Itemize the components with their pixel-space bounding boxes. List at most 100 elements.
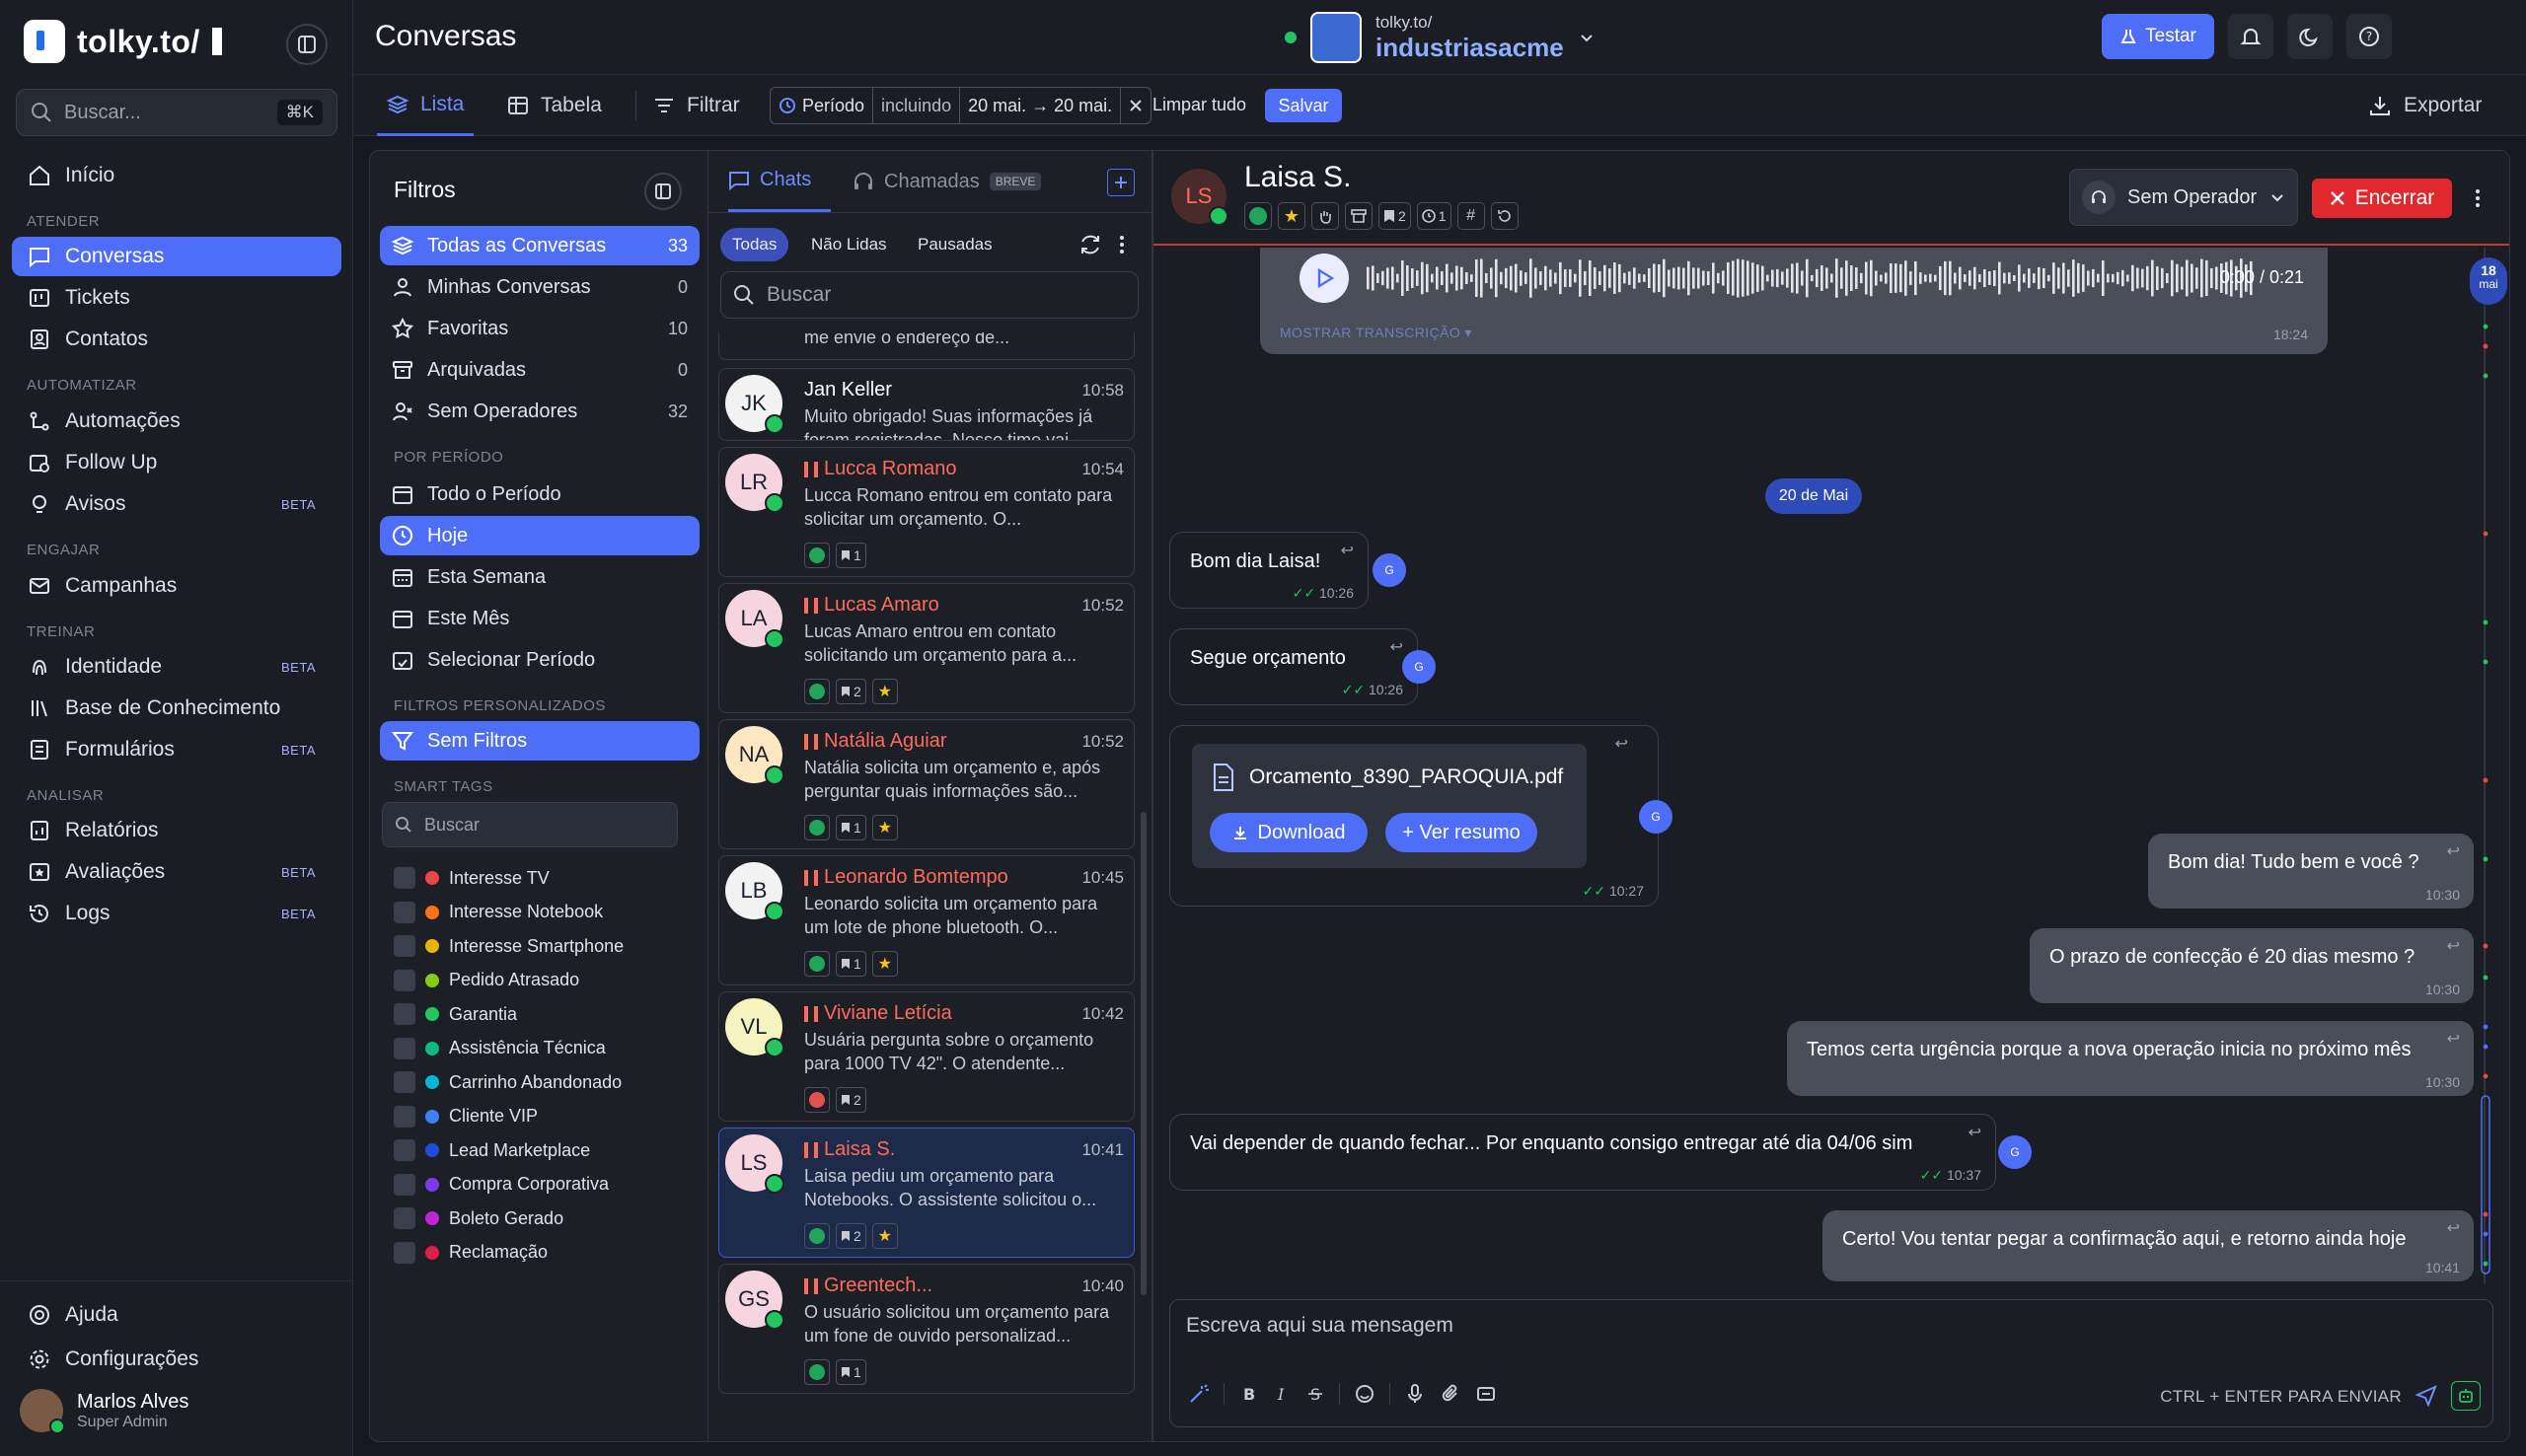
messages-area[interactable]: 0:00 / 0:21 MOSTRAR TRANSCRIÇÃO ▾ 18:24 … [1153, 248, 2511, 1287]
clear-all-button[interactable]: Limpar tudo [1152, 95, 1246, 115]
encerrar-button[interactable]: Encerrar [2312, 179, 2452, 218]
tag-checkbox[interactable] [394, 1139, 415, 1161]
nav-automacoes[interactable]: Automações [12, 401, 341, 441]
tag-checkbox[interactable] [394, 1003, 415, 1025]
export-button[interactable]: Exportar [2368, 75, 2482, 136]
notifications-button[interactable] [2228, 14, 2273, 59]
brand[interactable]: tolky.to/ [24, 20, 222, 63]
chat-card[interactable]: LR Lucca Romano 10:54 Lucca Romano entrou e… [718, 447, 1135, 577]
chat-search-input[interactable]: Buscar [720, 271, 1139, 319]
segment-nao-lidas[interactable]: Não Lidas [799, 228, 899, 261]
save-filter-button[interactable]: Salvar [1265, 89, 1342, 122]
smart-tag-row[interactable]: Reclamação [394, 1241, 548, 1264]
workspace-switcher[interactable]: tolky.to/ industriasacme [1285, 12, 1596, 63]
chat-card[interactable]: LS Laisa S. 10:41 Laisa pediu um orçamento … [718, 1128, 1135, 1258]
nav-relatorios[interactable]: Relatórios [12, 811, 341, 850]
reply-icon[interactable]: ↩ [1615, 734, 1628, 754]
reply-icon[interactable]: ↩ [1969, 1123, 1981, 1142]
smart-tag-row[interactable]: Cliente VIP [394, 1105, 538, 1128]
nav-base-conhecimento[interactable]: Base de Conhecimento [12, 689, 341, 728]
tab-chats[interactable]: Chats [728, 151, 832, 212]
followup-button[interactable]: 1 [1416, 202, 1451, 230]
period-selecionar[interactable]: Selecionar Período [380, 640, 700, 680]
nav-avaliacoes[interactable]: Avaliações BETA [12, 852, 341, 892]
custom-filter-sem-filtros[interactable]: Sem Filtros [380, 721, 700, 761]
nav-logs[interactable]: Logs BETA [12, 894, 341, 933]
nav-campanhas[interactable]: Campanhas [12, 566, 341, 606]
segment-todas[interactable]: Todas [720, 228, 789, 261]
smart-tag-row[interactable]: Lead Marketplace [394, 1139, 590, 1161]
reply-icon[interactable]: ↩ [1341, 541, 1354, 560]
tags-button[interactable]: 2 [1378, 202, 1411, 230]
contact-name[interactable]: Laisa S. [1244, 161, 1351, 194]
file-download-button[interactable]: Download [1210, 813, 1368, 852]
period-todo[interactable]: Todo o Período [380, 474, 700, 514]
chat-card[interactable]: GS Greentech... 10:40 O usuário solicitou u… [718, 1264, 1135, 1394]
tag-checkbox[interactable] [394, 1071, 415, 1093]
tag-search-input[interactable]: Buscar [382, 802, 678, 847]
chat-card[interactable]: JK Jan Keller 10:58 Muito obrigado! Suas in… [718, 368, 1135, 441]
period-filter-chip[interactable]: Período incluindo 20 mai. → 20 mai. [770, 87, 1152, 124]
nav-identidade[interactable]: Identidade BETA [12, 647, 341, 687]
operator-select[interactable]: Sem Operador [2069, 169, 2298, 226]
segment-pausadas[interactable]: Pausadas [906, 228, 1004, 261]
reply-icon[interactable]: ↩ [2447, 1218, 2460, 1238]
chat-list-scrollbar[interactable] [1141, 812, 1147, 1295]
italic-icon[interactable]: I [1272, 1384, 1292, 1404]
conversation-more-button[interactable] [2474, 186, 2482, 210]
tag-checkbox[interactable] [394, 1173, 415, 1196]
reply-icon[interactable]: ↩ [1390, 637, 1403, 657]
help-button[interactable]: ? [2346, 14, 2392, 59]
view-summary-button[interactable]: + Ver resumo [1385, 813, 1537, 852]
filter-button[interactable]: Filtrar [653, 75, 740, 136]
filter-todas-conversas[interactable]: Todas as Conversas 33 [380, 226, 700, 265]
tag-checkbox[interactable] [394, 901, 415, 923]
smart-tag-row[interactable]: Interesse Notebook [394, 901, 603, 923]
refresh-button[interactable] [1077, 232, 1103, 257]
global-search[interactable]: Buscar... ⌘K [16, 89, 337, 136]
sidebar-collapse-button[interactable] [286, 24, 328, 65]
user-profile[interactable]: Marlos Alves Super Admin [20, 1389, 188, 1434]
tab-tabela[interactable]: Tabela [507, 75, 602, 136]
tag-checkbox[interactable] [394, 1105, 415, 1128]
nav-avisos[interactable]: Avisos BETA [12, 484, 341, 524]
emoji-icon[interactable] [1354, 1383, 1375, 1405]
collapse-filters-button[interactable] [644, 173, 682, 210]
timeline-scrubber[interactable] [2476, 248, 2495, 1287]
smart-tag-row[interactable]: Interesse TV [394, 867, 550, 889]
nav-configuracoes[interactable]: Configurações [12, 1340, 341, 1379]
reply-icon[interactable]: ↩ [2447, 936, 2460, 956]
smart-tag-row[interactable]: Carrinho Abandonado [394, 1071, 622, 1093]
smart-tag-row[interactable]: Boleto Gerado [394, 1207, 563, 1229]
strikethrough-icon[interactable]: S [1305, 1384, 1325, 1404]
handoff-button[interactable] [1311, 202, 1339, 230]
message-composer[interactable]: Escreva aqui sua mensagem B I S CTRL + E… [1169, 1299, 2493, 1427]
filter-sem-operadores[interactable]: Sem Operadores 32 [380, 392, 700, 431]
smart-tag-row[interactable]: Assistência Técnica [394, 1037, 606, 1059]
tab-lista[interactable]: Lista [377, 75, 475, 136]
reply-icon[interactable]: ↩ [2447, 1029, 2460, 1049]
bold-icon[interactable]: B [1238, 1384, 1258, 1404]
remove-filter-button[interactable] [1121, 88, 1151, 123]
magic-wand-icon[interactable] [1188, 1383, 1210, 1405]
tag-checkbox[interactable] [394, 935, 415, 957]
reply-icon[interactable]: ↩ [2447, 841, 2460, 861]
tag-checkbox[interactable] [394, 1037, 415, 1059]
period-hoje[interactable]: Hoje [380, 516, 700, 555]
more-options-button[interactable] [1117, 232, 1127, 257]
paperclip-icon[interactable] [1440, 1383, 1461, 1405]
nav-followup[interactable]: Follow Up [12, 443, 341, 482]
archive-button[interactable] [1345, 202, 1373, 230]
play-button[interactable] [1300, 254, 1349, 303]
filter-arquivadas[interactable]: Arquivadas 0 [380, 350, 700, 390]
chat-card[interactable]: LA Lucas Amaro 10:52 Lucas Amaro entrou em … [718, 583, 1135, 713]
smart-tag-row[interactable]: Garantia [394, 1003, 517, 1025]
tag-checkbox[interactable] [394, 867, 415, 889]
ai-assist-button[interactable] [2451, 1381, 2481, 1411]
audio-waveform[interactable] [1367, 257, 2263, 299]
testar-button[interactable]: Testar [2102, 14, 2214, 59]
period-semana[interactable]: Esta Semana [380, 557, 700, 597]
template-icon[interactable] [1475, 1383, 1497, 1405]
chat-card[interactable]: VL Viviane Letícia 10:42 Usuária pergunta s… [718, 991, 1135, 1122]
chat-card-partial[interactable]: Perfeito, Celismar! Agora, por gentileza… [718, 332, 1135, 360]
